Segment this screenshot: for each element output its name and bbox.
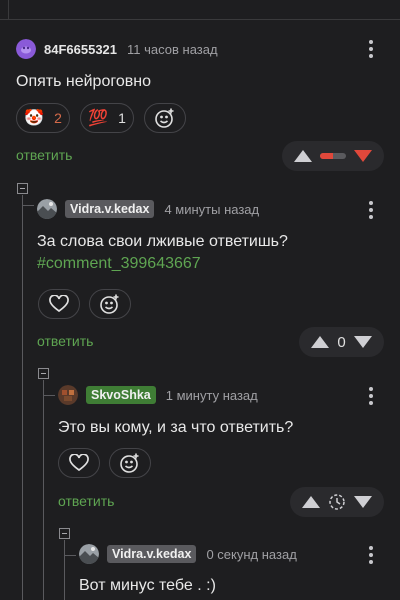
add-emoji-icon: [155, 108, 174, 128]
reaction-clown-button[interactable]: 🤡 2: [16, 103, 70, 133]
author-name[interactable]: Vidra.v.kedax: [107, 545, 197, 563]
like-button[interactable]: [38, 289, 80, 319]
timer-icon: [329, 494, 345, 510]
comment-time[interactable]: 11 часов назад: [127, 42, 218, 57]
downvote-icon[interactable]: [354, 496, 372, 508]
add-reaction-button[interactable]: [144, 103, 186, 133]
author-name[interactable]: 84F6655321: [44, 42, 117, 57]
downvote-icon[interactable]: [353, 336, 372, 348]
reaction-hundred-button[interactable]: 💯 1: [80, 103, 134, 133]
reply-button[interactable]: ответить: [16, 147, 72, 163]
comment-header: 84F6655321 11 часов назад: [16, 37, 218, 61]
collapse-thread-button[interactable]: [17, 183, 28, 194]
thread-line: [43, 380, 44, 600]
comment-header: Vidra.v.kedax 0 секунд назад: [79, 542, 297, 566]
landscape-avatar-icon[interactable]: [37, 199, 57, 219]
rating-bar: [320, 153, 346, 159]
comment-text: Вот минус тебе . :): [79, 577, 216, 594]
pixel-avatar-icon[interactable]: [58, 385, 78, 405]
collapse-thread-button[interactable]: [38, 368, 49, 379]
more-options-icon[interactable]: [368, 40, 374, 58]
downvote-icon[interactable]: [354, 150, 372, 162]
author-name[interactable]: Vidra.v.kedax: [65, 200, 155, 218]
comment-header: Vidra.v.kedax 4 минуты назад: [37, 197, 259, 221]
upvote-icon[interactable]: [311, 336, 330, 348]
rating-control: [282, 141, 384, 171]
add-emoji-icon: [120, 453, 139, 473]
comment-text: Опять нейроговно: [16, 73, 151, 90]
comment-time[interactable]: 0 секунд назад: [206, 547, 296, 562]
clown-face-icon: 🤡: [24, 110, 45, 127]
comment-header: SkvoShka 1 минуту назад: [58, 383, 258, 407]
upvote-icon[interactable]: [294, 150, 312, 162]
heart-icon: [49, 295, 69, 313]
like-button[interactable]: [58, 448, 100, 478]
add-reaction-button[interactable]: [89, 289, 131, 319]
reaction-count: 1: [118, 110, 126, 126]
upvote-icon[interactable]: [302, 496, 320, 508]
comment-time[interactable]: 4 минуты назад: [164, 202, 259, 217]
top-divider: [0, 0, 400, 20]
thread-line: [64, 540, 65, 600]
more-options-icon[interactable]: [368, 546, 374, 564]
reaction-count: 2: [54, 110, 62, 126]
comment-text: Это вы кому, и за что ответить?: [58, 419, 294, 436]
add-emoji-icon: [100, 294, 119, 314]
comment-text: За слова свои лживые ответишь? #comment_…: [37, 233, 288, 272]
author-name[interactable]: SkvoShka: [86, 386, 156, 404]
hundred-points-icon: 💯: [88, 110, 109, 127]
add-reaction-button[interactable]: [109, 448, 151, 478]
heart-icon: [69, 454, 89, 472]
reply-button[interactable]: ответить: [37, 333, 93, 349]
comment-link[interactable]: #comment_399643667: [37, 255, 201, 272]
collapse-thread-button[interactable]: [59, 528, 70, 539]
reply-button[interactable]: ответить: [58, 493, 114, 509]
comment-time[interactable]: 1 минуту назад: [166, 388, 258, 403]
rating-score: 0: [337, 333, 346, 351]
more-options-icon[interactable]: [368, 387, 374, 405]
more-options-icon[interactable]: [368, 201, 374, 219]
thread-line: [22, 195, 23, 600]
rating-control: [290, 487, 384, 517]
purple-avatar-icon[interactable]: [16, 39, 36, 59]
rating-control: 0: [299, 327, 384, 357]
landscape-avatar-icon[interactable]: [79, 544, 99, 564]
